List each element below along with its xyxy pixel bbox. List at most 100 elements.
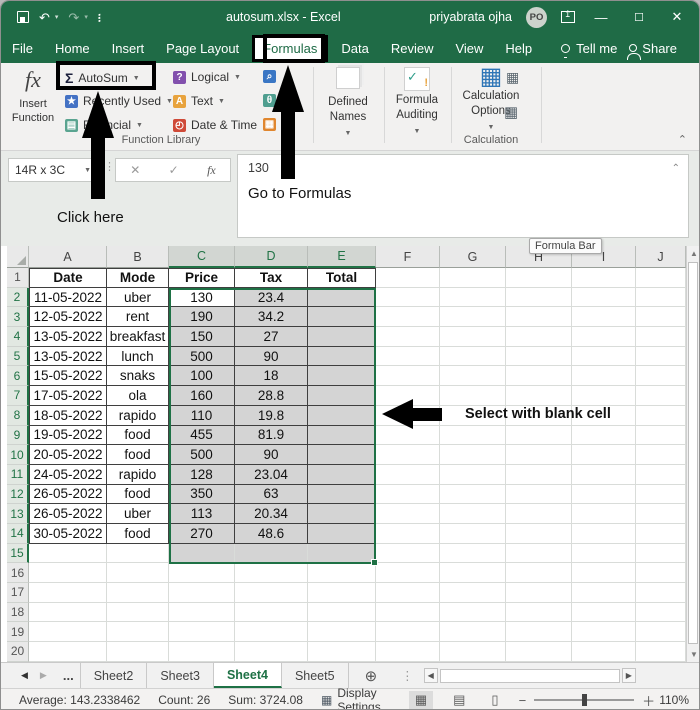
cell-H7[interactable] [506, 386, 572, 406]
row-header-20[interactable]: 20 [7, 642, 29, 662]
cell-G18[interactable] [440, 602, 506, 623]
cell-B17[interactable] [107, 583, 169, 603]
cell-J17[interactable] [636, 583, 686, 603]
cell-J15[interactable] [636, 543, 686, 564]
tab-page-layout[interactable]: Page Layout [155, 36, 250, 61]
cell-D11[interactable]: 23.04 [235, 464, 308, 485]
ribbon-display-options-icon[interactable] [561, 9, 575, 23]
calculate-sheet-icon[interactable]: ▦ [504, 103, 518, 121]
cell-E1[interactable]: Total [308, 268, 376, 288]
cell-E13[interactable] [308, 504, 376, 524]
page-layout-view-button[interactable]: ▤ [447, 691, 471, 709]
cell-F12[interactable] [376, 484, 440, 505]
cell-E10[interactable] [308, 445, 376, 465]
tab-home[interactable]: Home [44, 36, 101, 61]
cell-F20[interactable] [376, 642, 440, 662]
cell-F17[interactable] [376, 583, 440, 603]
cell-E4[interactable] [308, 327, 376, 347]
cell-H19[interactable] [506, 622, 572, 643]
calculate-now-icon[interactable]: ▦ [506, 69, 519, 86]
cell-F14[interactable] [376, 523, 440, 544]
cell-G11[interactable] [440, 464, 506, 485]
select-all-corner[interactable] [7, 246, 29, 268]
cell-A9[interactable]: 19-05-2022 [29, 425, 107, 446]
cell-G9[interactable] [440, 425, 506, 446]
cell-E8[interactable] [308, 405, 376, 426]
tab-data[interactable]: Data [330, 36, 379, 61]
cell-A20[interactable] [29, 642, 107, 662]
cell-D6[interactable]: 18 [235, 366, 308, 387]
defined-names-button[interactable]: Defined Names ▼ [317, 67, 379, 140]
cell-D5[interactable]: 90 [235, 346, 308, 367]
cell-D8[interactable]: 19.8 [235, 405, 308, 426]
confirm-entry-icon[interactable]: ✓ [169, 163, 179, 177]
cell-D12[interactable]: 63 [235, 484, 308, 505]
cell-D15[interactable] [235, 543, 308, 564]
cell-C1[interactable]: Price [169, 268, 235, 288]
cell-H6[interactable] [506, 366, 572, 387]
cell-F13[interactable] [376, 504, 440, 524]
cell-G2[interactable] [440, 287, 506, 308]
cell-C9[interactable]: 455 [169, 425, 235, 446]
cell-I19[interactable] [572, 622, 636, 643]
redo-caret-icon[interactable]: ▾ [84, 13, 88, 21]
column-header-C[interactable]: C [169, 246, 235, 268]
row-header-16[interactable]: 16 [7, 563, 29, 583]
cell-A19[interactable] [29, 622, 107, 643]
cell-I16[interactable] [572, 563, 636, 583]
cell-J7[interactable] [636, 386, 686, 406]
cell-A16[interactable] [29, 563, 107, 583]
cell-B18[interactable] [107, 602, 169, 623]
cell-C4[interactable]: 150 [169, 327, 235, 347]
cell-B7[interactable]: ola [107, 386, 169, 406]
cell-B10[interactable]: food [107, 445, 169, 465]
cell-D9[interactable]: 81.9 [235, 425, 308, 446]
cell-F3[interactable] [376, 307, 440, 328]
cell-H10[interactable] [506, 445, 572, 465]
tab-review[interactable]: Review [380, 36, 445, 61]
row-header-15[interactable]: 15 [7, 543, 29, 564]
sheet-tab-sheet2[interactable]: Sheet2 [81, 663, 148, 688]
cell-A17[interactable] [29, 583, 107, 603]
cell-F15[interactable] [376, 543, 440, 564]
column-header-J[interactable]: J [636, 246, 686, 268]
tab-help[interactable]: Help [494, 36, 543, 61]
cell-H15[interactable] [506, 543, 572, 564]
cell-H4[interactable] [506, 327, 572, 347]
cell-E9[interactable] [308, 425, 376, 446]
cell-C5[interactable]: 500 [169, 346, 235, 367]
cell-B20[interactable] [107, 642, 169, 662]
cell-E19[interactable] [308, 622, 376, 643]
cell-D17[interactable] [235, 583, 308, 603]
next-sheet-icon[interactable]: ▶ [40, 670, 47, 681]
cell-G6[interactable] [440, 366, 506, 387]
cell-B9[interactable]: food [107, 425, 169, 446]
normal-view-button[interactable]: ▦ [408, 691, 434, 709]
cell-C16[interactable] [169, 563, 235, 583]
cell-E11[interactable] [308, 464, 376, 485]
cell-F16[interactable] [376, 563, 440, 583]
share-button[interactable]: Share [627, 41, 677, 60]
zoom-in-button[interactable]: ＋ [642, 691, 655, 710]
row-header-1[interactable]: 1 [7, 268, 29, 288]
cell-E16[interactable] [308, 563, 376, 583]
cell-J16[interactable] [636, 563, 686, 583]
cell-I1[interactable] [572, 268, 636, 288]
cell-D13[interactable]: 20.34 [235, 504, 308, 524]
cell-H1[interactable] [506, 268, 572, 288]
cell-F10[interactable] [376, 445, 440, 465]
sheet-tab-sheet3[interactable]: Sheet3 [147, 663, 214, 688]
redo-icon[interactable]: ↷ [68, 11, 79, 24]
cell-D18[interactable] [235, 602, 308, 623]
cell-D20[interactable] [235, 642, 308, 662]
cell-D10[interactable]: 90 [235, 445, 308, 465]
vertical-scroll-thumb[interactable] [688, 262, 698, 644]
cell-D16[interactable] [235, 563, 308, 583]
cell-C20[interactable] [169, 642, 235, 662]
scroll-down-icon[interactable]: ▼ [690, 650, 698, 659]
cell-I14[interactable] [572, 523, 636, 544]
scroll-left-icon[interactable]: ◀ [423, 668, 438, 683]
date-time-button[interactable]: ◴ Date & Time▼ [173, 118, 269, 132]
cell-I12[interactable] [572, 484, 636, 505]
horizontal-scroll-thumb[interactable] [439, 668, 620, 683]
